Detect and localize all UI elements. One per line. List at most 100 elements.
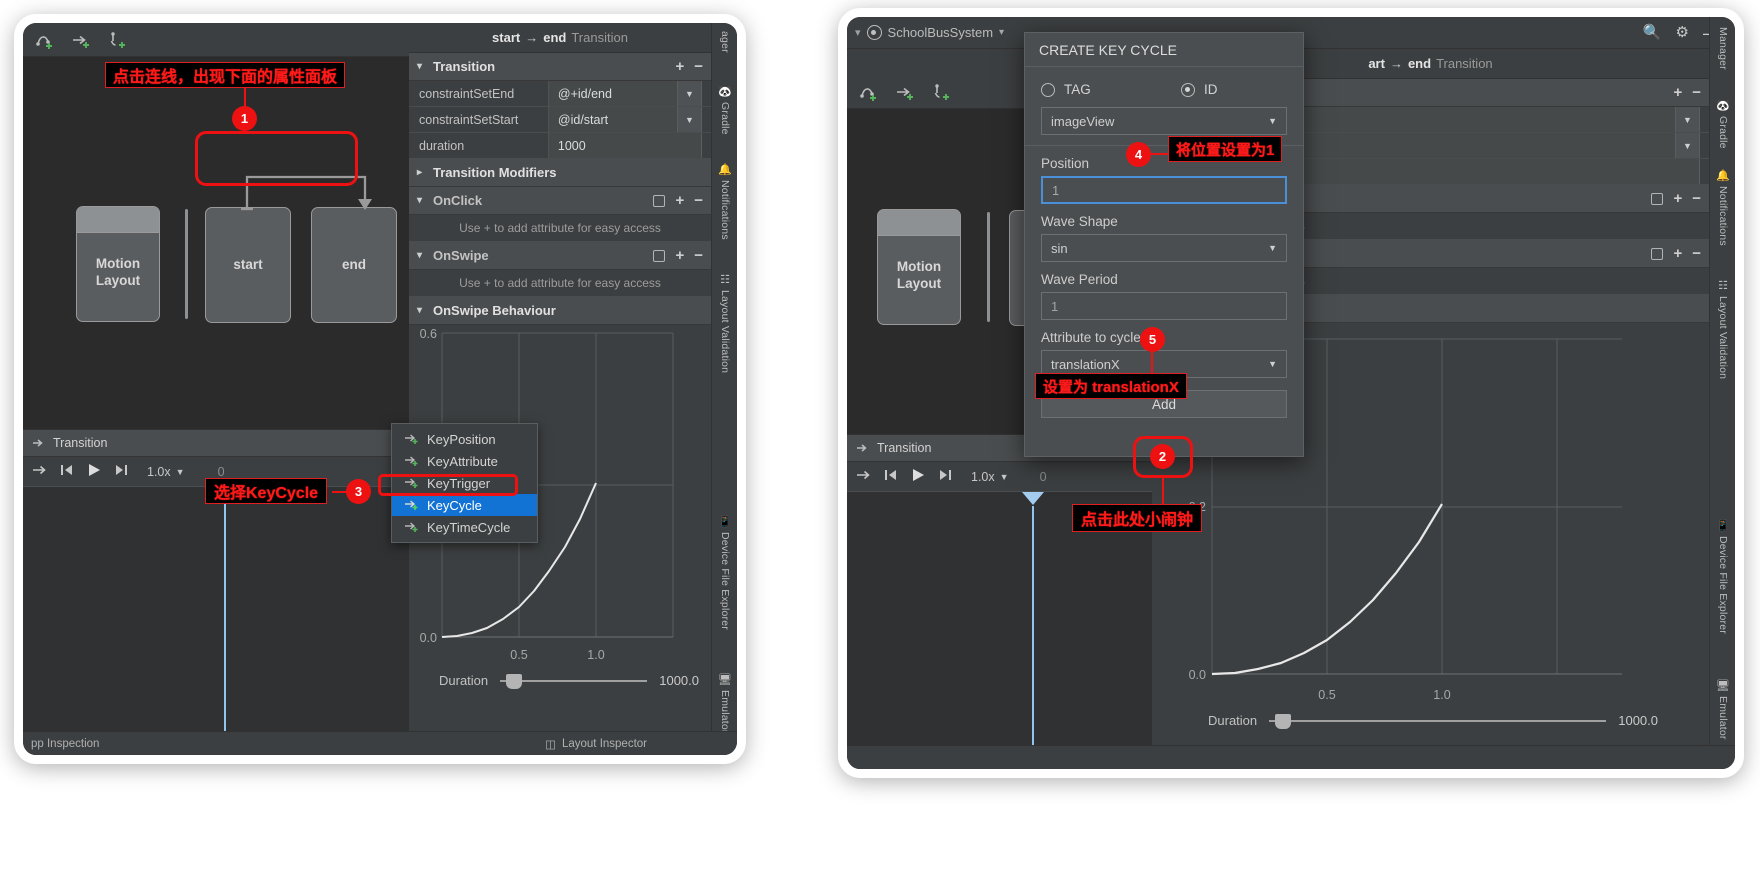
remove-onswipe-attr-button[interactable]: − [1692, 246, 1701, 261]
menu-item-keyattribute[interactable]: KeyAttribute [392, 450, 537, 472]
sidebar-item-layout-validation[interactable]: ☷ Layout Validation [1710, 279, 1735, 379]
add-transition-icon[interactable] [895, 83, 917, 101]
status-right-text[interactable]: Layout Inspector [562, 738, 647, 750]
next-frame-icon[interactable] [938, 469, 952, 484]
to-start-icon[interactable] [32, 464, 47, 479]
chevron-down-icon[interactable]: ▼ [677, 107, 701, 132]
chevron-down-icon[interactable]: ▼ [1675, 107, 1699, 132]
table-row[interactable]: constraintSetEnd @+id/end ▼ [409, 81, 711, 107]
add-click-handler-icon[interactable] [931, 83, 953, 101]
section-onclick[interactable]: ▾ OnClick + − [409, 187, 711, 215]
target-id-dropdown[interactable]: imageView ▼ [1041, 107, 1287, 135]
sidebar-item-emulator[interactable]: 🖥 Emulator [1710, 679, 1735, 740]
playback-speed-dropdown[interactable]: 1.0x ▼ [147, 465, 185, 479]
project-chip[interactable]: SchoolBusSystem ▾ [861, 25, 1004, 40]
left-properties-panel: start → end Transition ▾ Transition + − … [409, 23, 711, 731]
sidebar-item-label: Manager [1717, 27, 1729, 70]
prop-value[interactable]: @+id/end [547, 81, 677, 106]
sidebar-item-label: Notifications [1717, 186, 1729, 246]
section-onswipe[interactable]: ▾ OnSwipe + − [409, 242, 711, 270]
onclick-checkbox[interactable] [653, 194, 666, 207]
left-tool-strip: ager 🐼 Gradle 🔔 Notifications ☷ Layout V… [711, 23, 737, 755]
menu-item-keyposition[interactable]: KeyPosition [392, 428, 537, 450]
play-icon[interactable] [87, 463, 101, 480]
menu-item-keycycle[interactable]: KeyCycle [392, 494, 537, 516]
remove-transition-attr-button[interactable]: − [1692, 85, 1701, 100]
onswipe-checkbox[interactable] [1651, 247, 1664, 260]
add-transition-attr-button[interactable]: + [675, 59, 684, 74]
add-onclick-attr-button[interactable]: + [675, 193, 684, 208]
add-onclick-attr-button[interactable]: + [1673, 191, 1682, 206]
left-design-canvas[interactable]: Motion Layout start end [23, 57, 409, 429]
sidebar-item-layout-validation[interactable]: ☷ Layout Validation [712, 273, 737, 373]
key-icon [405, 434, 418, 444]
duration-slider-thumb[interactable] [506, 673, 523, 689]
chevron-down-icon[interactable]: ▾ [847, 26, 861, 39]
onclick-checkbox[interactable] [1651, 192, 1664, 205]
playback-speed-dropdown[interactable]: 1.0x ▼ [971, 470, 1009, 484]
table-row[interactable]: duration 1000 [409, 133, 711, 159]
sidebar-item-emulator[interactable]: 🖥 Emulator [712, 673, 737, 734]
add-onswipe-attr-button[interactable]: + [675, 248, 684, 263]
radio-id[interactable]: ID [1181, 82, 1218, 97]
remove-onclick-attr-button[interactable]: − [1692, 191, 1701, 206]
sidebar-item-notifications[interactable]: 🔔 Notifications [1710, 169, 1735, 246]
annotation-click-line: 点击连线，出现下面的属性面板 [105, 62, 346, 88]
table-row[interactable]: constraintSetStart @id/start ▼ [409, 107, 711, 133]
add-click-handler-icon[interactable] [107, 31, 129, 49]
sidebar-item-device-manager[interactable]: Manager [1710, 27, 1735, 70]
duration-slider[interactable] [500, 673, 648, 689]
gear-icon[interactable]: ⚙ [1676, 25, 1689, 40]
section-transition[interactable]: ▾ Transition + − [409, 53, 711, 81]
badge-3: 3 [346, 479, 371, 504]
add-transition-attr-button[interactable]: + [1673, 85, 1682, 100]
add-transition-icon[interactable] [71, 31, 93, 49]
motion-layout-node[interactable]: Motion Layout [877, 209, 961, 325]
sidebar-item-device-file-explorer[interactable]: 📱 Device File Explorer [712, 515, 737, 630]
remove-onclick-attr-button[interactable]: − [694, 193, 703, 208]
prev-frame-icon[interactable] [884, 469, 898, 484]
onswipe-checkbox[interactable] [653, 249, 666, 262]
wave-shape-dropdown[interactable]: sin ▼ [1041, 234, 1287, 262]
section-onswipe-behaviour[interactable]: ▾ OnSwipe Behaviour [409, 297, 711, 325]
sidebar-item-notifications[interactable]: 🔔 Notifications [712, 163, 737, 240]
prop-value[interactable]: 1000 [547, 133, 701, 158]
section-transition-modifiers[interactable]: ▸ Transition Modifiers [409, 159, 711, 187]
chevron-down-icon[interactable]: ▼ [677, 81, 701, 106]
to-start-icon[interactable] [856, 469, 871, 484]
add-constraint-set-icon[interactable] [859, 83, 881, 101]
search-icon[interactable]: 🔍 [1643, 25, 1662, 40]
constraint-set-node-start[interactable]: start [205, 207, 291, 323]
timeline-playhead[interactable] [1032, 506, 1034, 745]
duration-slider[interactable] [1269, 713, 1607, 729]
remove-onswipe-attr-button[interactable]: − [694, 248, 703, 263]
y-tick-0_0: 0.0 [420, 631, 437, 645]
sidebar-item-device-manager[interactable]: ager [712, 31, 737, 53]
timeline-playhead[interactable] [224, 501, 226, 731]
prop-value[interactable]: @id/start [547, 107, 677, 132]
position-input[interactable]: 1 [1041, 176, 1287, 204]
motion-layout-node[interactable]: Motion Layout [76, 206, 160, 322]
wave-period-input[interactable]: 1 [1041, 292, 1287, 320]
duration-slider-thumb[interactable] [1275, 713, 1292, 729]
prop-marker [1699, 107, 1709, 132]
constraint-set-node-end[interactable]: end [311, 207, 397, 323]
add-constraint-set-icon[interactable] [35, 31, 57, 49]
chevron-down-icon[interactable]: ▼ [1675, 133, 1699, 158]
add-onswipe-attr-button[interactable]: + [1673, 246, 1682, 261]
prev-frame-icon[interactable] [60, 464, 74, 479]
sidebar-item-device-file-explorer[interactable]: 📱 Device File Explorer [1710, 519, 1735, 634]
menu-item-keytimecycle[interactable]: KeyTimeCycle [392, 516, 537, 538]
sidebar-item-gradle[interactable]: 🐼 Gradle [1710, 99, 1735, 149]
left-timeline-body[interactable] [23, 487, 409, 731]
annotation-text: 选择KeyCycle [214, 485, 319, 502]
play-icon[interactable] [911, 468, 925, 485]
next-frame-icon[interactable] [114, 464, 128, 479]
prop-key: constraintSetEnd [419, 86, 515, 101]
sidebar-item-gradle[interactable]: 🐼 Gradle [712, 85, 737, 135]
left-duration-slider-row: Duration 1000.0 [439, 673, 699, 689]
radio-tag[interactable]: TAG [1041, 82, 1181, 97]
remove-transition-attr-button[interactable]: − [694, 59, 703, 74]
prop-marker [701, 133, 711, 158]
timeline-playhead-handle[interactable] [1022, 492, 1044, 505]
